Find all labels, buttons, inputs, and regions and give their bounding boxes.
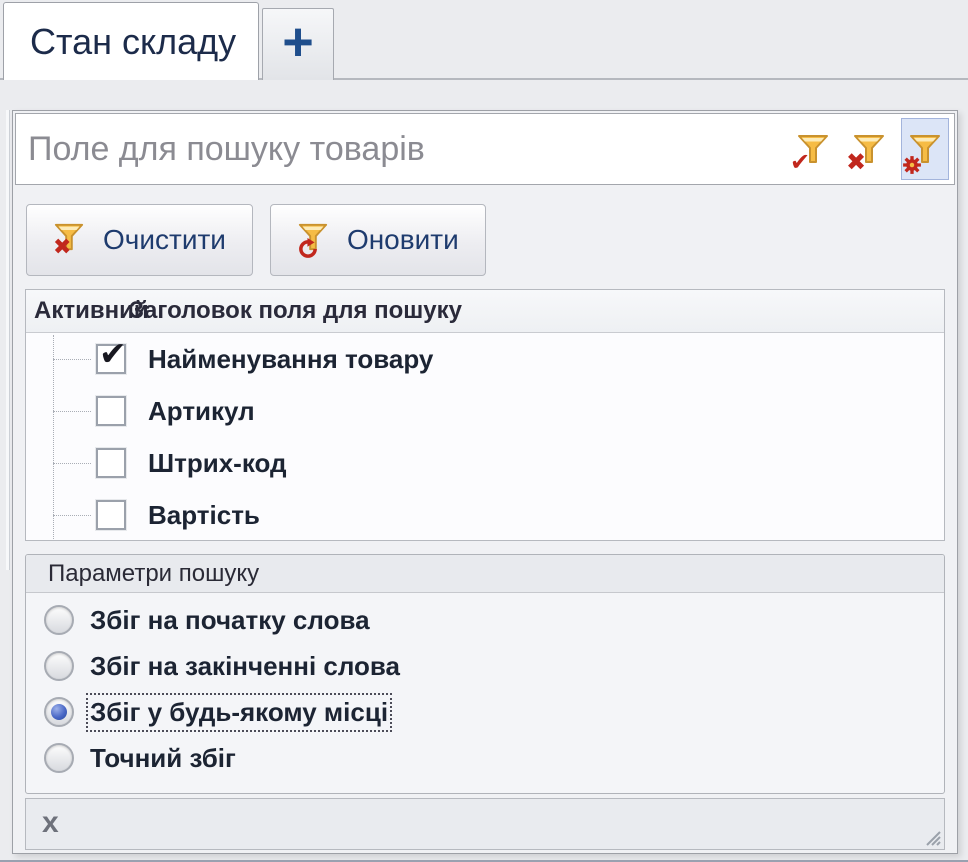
tab-label: Стан складу bbox=[30, 21, 236, 63]
column-header-active[interactable]: Активний bbox=[26, 297, 129, 325]
apply-filter-button[interactable]: ✔ bbox=[789, 118, 837, 180]
clear-button[interactable]: ✖ Очистити bbox=[26, 204, 253, 276]
clear-button-label: Очистити bbox=[103, 224, 226, 256]
field-label: Найменування товару bbox=[148, 344, 433, 375]
group-title: Параметри пошуку bbox=[26, 555, 944, 593]
checkbox[interactable] bbox=[96, 448, 126, 478]
radio-label: Збіг у будь-якому місці bbox=[90, 697, 388, 728]
field-label: Штрих-код bbox=[148, 448, 287, 479]
column-header-title[interactable]: Заголовок поля для пошуку bbox=[129, 297, 462, 325]
radio-option[interactable]: Точний збіг bbox=[44, 735, 944, 781]
table-row[interactable]: Артикул bbox=[26, 385, 944, 437]
background-panel-edge bbox=[6, 110, 10, 570]
check-icon: ✔ bbox=[790, 150, 810, 174]
search-params-group: Параметри пошуку Збіг на початку слова З… bbox=[25, 554, 945, 794]
funnel-refresh-icon bbox=[297, 221, 333, 259]
table-body: Найменування товару Артикул Штрих-код Ва… bbox=[26, 333, 944, 541]
resize-grip-icon[interactable] bbox=[919, 824, 941, 846]
checkbox[interactable] bbox=[96, 500, 126, 530]
radio-label: Збіг на закінченні слова bbox=[90, 651, 400, 682]
add-tab-button[interactable]: + bbox=[262, 8, 334, 80]
filter-settings-button[interactable] bbox=[901, 118, 949, 180]
radio-label: Точний збіг bbox=[90, 743, 236, 774]
radio-button[interactable] bbox=[44, 743, 74, 773]
tab-bar: Стан складу + bbox=[0, 0, 968, 80]
close-icon[interactable]: x bbox=[42, 808, 59, 838]
refresh-button[interactable]: Оновити bbox=[270, 204, 486, 276]
radio-button[interactable] bbox=[44, 605, 74, 635]
field-label: Артикул bbox=[148, 396, 255, 427]
radio-option[interactable]: Збіг на початку слова bbox=[44, 597, 944, 643]
x-mark-icon: ✖ bbox=[846, 150, 866, 174]
filter-actions: ✖ Очистити Оновити bbox=[26, 204, 486, 276]
refresh-button-label: Оновити bbox=[347, 224, 459, 256]
radio-button[interactable] bbox=[44, 697, 74, 727]
search-fields-table: Активний Заголовок поля для пошуку Найме… bbox=[25, 289, 945, 541]
gear-icon bbox=[902, 155, 922, 175]
radio-option[interactable]: Збіг у будь-якому місці bbox=[44, 689, 944, 735]
radio-option[interactable]: Збіг на закінченні слова bbox=[44, 643, 944, 689]
field-label: Вартість bbox=[148, 500, 260, 531]
checkbox[interactable] bbox=[96, 344, 126, 374]
product-search-input[interactable] bbox=[16, 119, 789, 179]
clear-filter-button[interactable]: ✖ bbox=[845, 118, 893, 180]
radio-label: Збіг на початку слова bbox=[90, 605, 370, 636]
radio-button[interactable] bbox=[44, 651, 74, 681]
funnel-x-icon: ✖ bbox=[53, 221, 89, 259]
filter-icon-bar: ✔ ✖ bbox=[789, 118, 954, 180]
tab-warehouse-state[interactable]: Стан складу bbox=[3, 2, 259, 80]
popup-footer: x bbox=[25, 798, 945, 850]
filter-settings-popup: ✔ ✖ bbox=[12, 110, 958, 854]
search-toolbar: ✔ ✖ bbox=[15, 113, 955, 185]
table-header: Активний Заголовок поля для пошуку bbox=[26, 290, 944, 333]
plus-icon: + bbox=[282, 15, 314, 69]
options-list: Збіг на початку слова Збіг на закінченні… bbox=[26, 593, 944, 781]
checkbox[interactable] bbox=[96, 396, 126, 426]
table-row[interactable]: Найменування товару bbox=[26, 333, 944, 385]
table-row[interactable]: Вартість bbox=[26, 489, 944, 541]
table-row[interactable]: Штрих-код bbox=[26, 437, 944, 489]
